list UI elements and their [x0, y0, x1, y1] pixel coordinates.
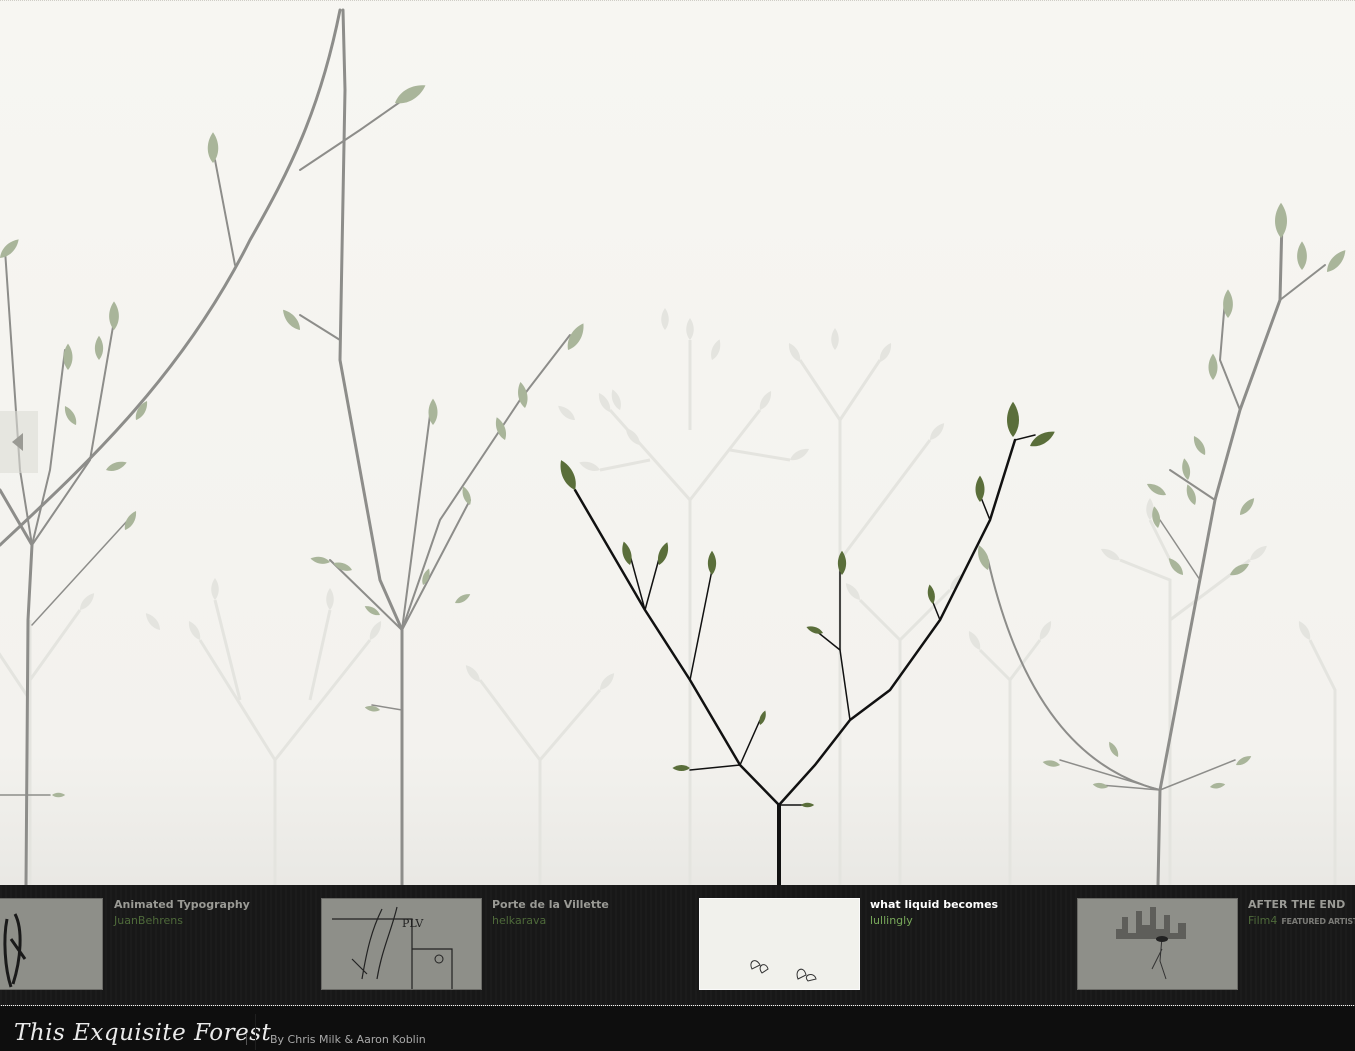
- thread-title[interactable]: Porte de la Villette: [492, 898, 609, 912]
- triangle-left-icon: [12, 433, 23, 451]
- active-tree[interactable]: [573, 434, 1036, 885]
- thread-thumbnail[interactable]: [0, 898, 103, 990]
- thread-author[interactable]: Film4: [1248, 914, 1277, 927]
- thread-author[interactable]: lullingly: [870, 912, 998, 930]
- thread-author[interactable]: JuanBehrens: [114, 912, 250, 930]
- background-trees: [0, 308, 1337, 885]
- thread-thumbnail[interactable]: PLV: [321, 898, 482, 990]
- thread-title[interactable]: AFTER THE END: [1248, 898, 1355, 912]
- neighbour-trees: [0, 8, 1326, 885]
- credits-text: By Chris Milk & Aaron Koblin: [270, 1033, 426, 1046]
- footer: This Exquisite Forest By Chris Milk & Aa…: [0, 1006, 1355, 1051]
- thread-thumbnail[interactable]: [699, 898, 860, 990]
- thread-thumbnail[interactable]: [1077, 898, 1238, 990]
- forest-trees: [0, 8, 1350, 885]
- featured-artist-badge: FEATURED ARTIST: [1281, 917, 1355, 926]
- site-logo[interactable]: This Exquisite Forest: [14, 1020, 271, 1046]
- forest-canvas[interactable]: [0, 0, 1355, 885]
- thread-title[interactable]: Animated Typography: [114, 898, 250, 912]
- neighbour-leaves: [0, 80, 1350, 798]
- footer-divider: [246, 1033, 247, 1045]
- footer-divider: [255, 1014, 256, 1050]
- thread-author[interactable]: helkarava: [492, 912, 609, 930]
- previous-arrow-button[interactable]: [0, 411, 38, 473]
- svg-text:PLV: PLV: [402, 917, 424, 930]
- thread-title[interactable]: what liquid becomes: [870, 898, 998, 912]
